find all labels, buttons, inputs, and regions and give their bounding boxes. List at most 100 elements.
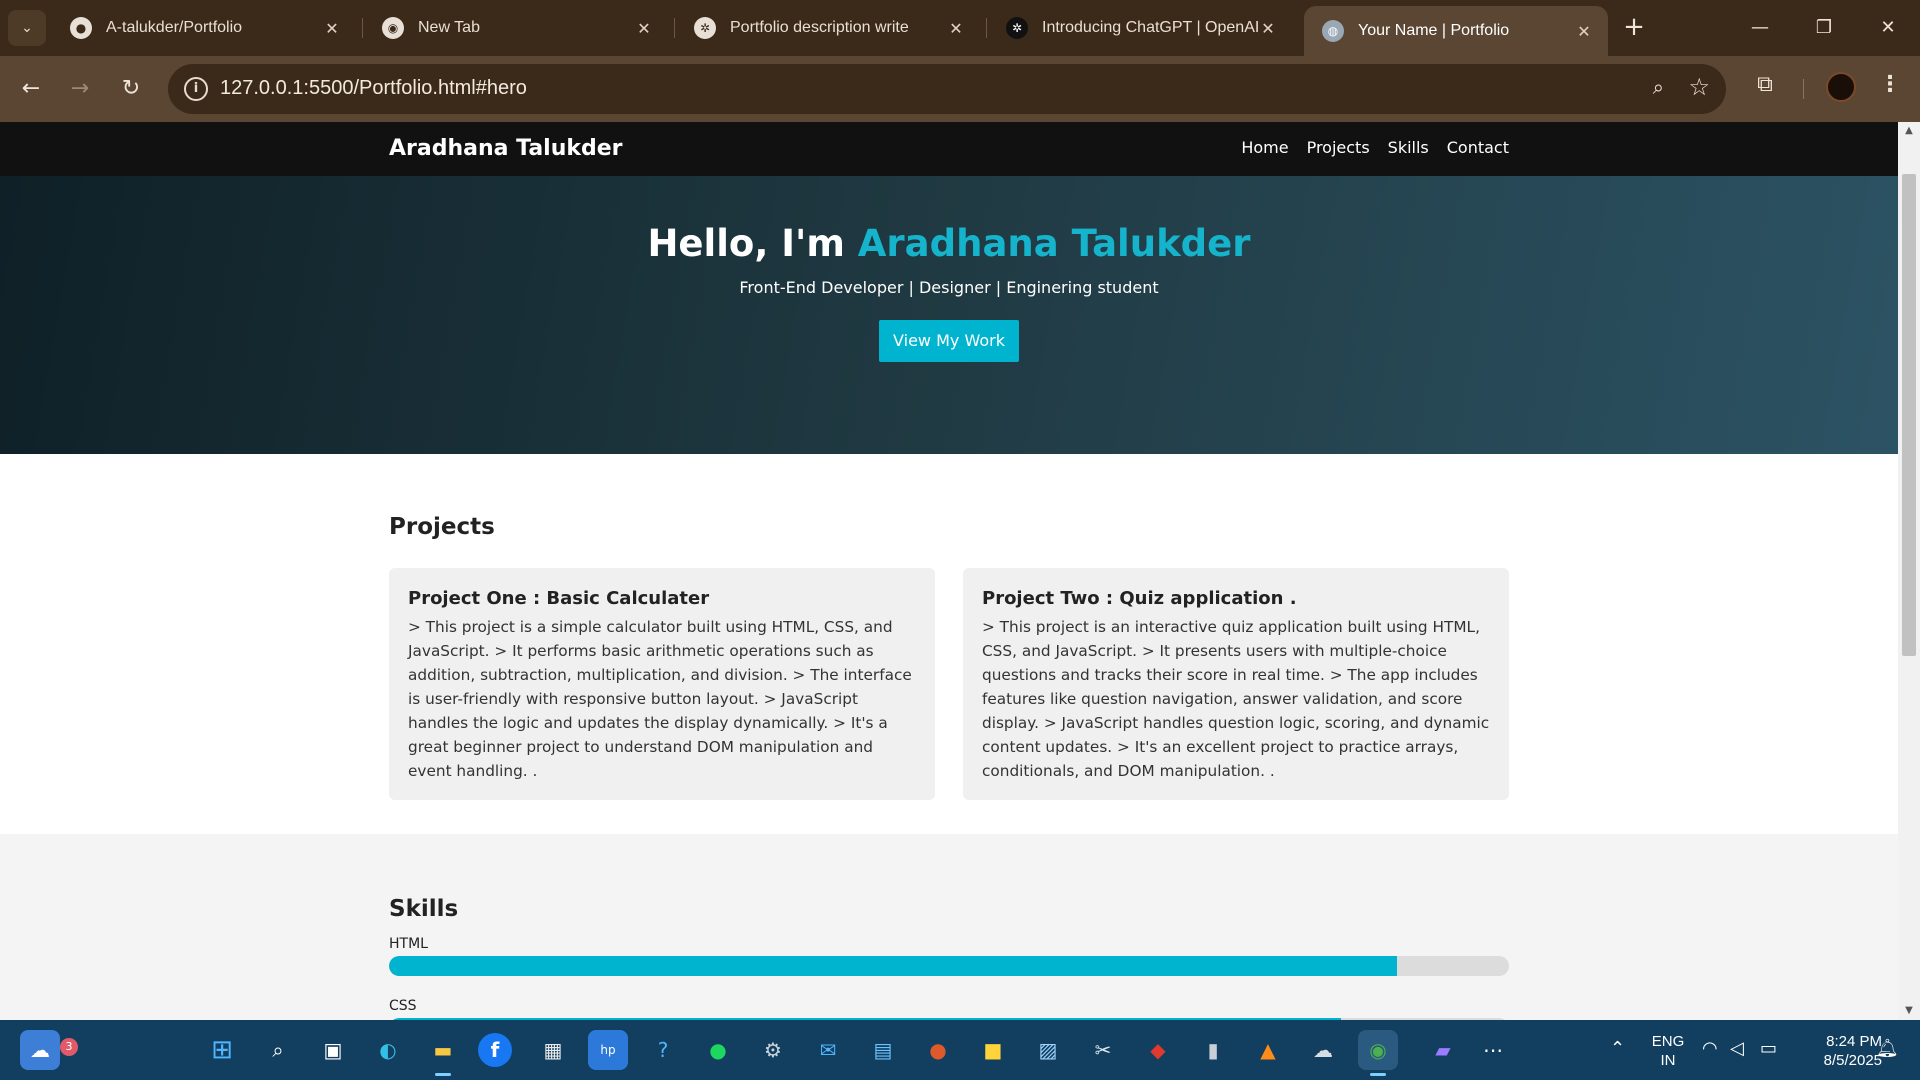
file-explorer-icon[interactable]: ▬	[423, 1030, 463, 1076]
tab-github-portfolio[interactable]: ● A-talukder/Portfolio ✕	[52, 8, 356, 48]
projects-section: Projects Project One : Basic Calculater …	[0, 454, 1898, 834]
clock-date: 8/5/2025	[1823, 1052, 1882, 1069]
project-title: Project One : Basic Calculater	[408, 588, 710, 609]
tab-title: Introducing ChatGPT | OpenAI	[1042, 19, 1258, 36]
windows-taskbar: ☁ 3 ⊞ ⌕ ▣ ◐ ▬ f ▦ hp ? ● ⚙ ✉ ▤ ● ■ ▨ ✂ ◆…	[0, 1020, 1920, 1080]
store-icon[interactable]: ▦	[533, 1030, 573, 1070]
globe-icon: ◍	[1322, 20, 1344, 42]
project-card-calculator: Project One : Basic Calculater > This pr…	[389, 568, 935, 800]
clock-time: 8:24 PM	[1826, 1033, 1882, 1050]
scroll-up-arrow-icon[interactable]: ▲	[1898, 122, 1920, 140]
close-window-button[interactable]: ✕	[1866, 10, 1910, 46]
scrollbar-thumb[interactable]	[1902, 174, 1916, 656]
skills-title: Skills	[389, 896, 459, 922]
site-info-icon[interactable]: i	[184, 77, 208, 101]
settings-icon[interactable]: ⚙	[753, 1030, 793, 1070]
tab-close-icon[interactable]: ✕	[634, 19, 654, 38]
nav-link-contact[interactable]: Contact	[1447, 138, 1509, 157]
tab-search-button[interactable]: ⌄	[8, 10, 46, 46]
language-indicator[interactable]: ENG IN	[1650, 1032, 1686, 1070]
nav-link-skills[interactable]: Skills	[1388, 138, 1429, 157]
bookmark-star-icon[interactable]: ☆	[1688, 73, 1710, 101]
project-description: > This project is an interactive quiz ap…	[982, 618, 1490, 780]
tab-new-tab[interactable]: ◉ New Tab ✕	[364, 8, 668, 48]
profile-avatar[interactable]	[1826, 72, 1856, 102]
tab-portfolio-description[interactable]: ✲ Portfolio description write ✕	[676, 8, 980, 48]
recorder-icon[interactable]: ▮	[1193, 1030, 1233, 1070]
more-apps-icon[interactable]: ⋯	[1473, 1030, 1513, 1070]
skill-html: HTML	[389, 936, 1509, 976]
address-url[interactable]: 127.0.0.1:5500/Portfolio.html#hero	[220, 77, 527, 100]
reload-button[interactable]: ↻	[113, 71, 149, 107]
tab-separator	[674, 18, 675, 38]
nav-link-projects[interactable]: Projects	[1307, 138, 1370, 157]
chrome-icon[interactable]: ◉	[1358, 1030, 1398, 1076]
github-icon: ●	[70, 17, 92, 39]
chrome-icon: ◉	[382, 17, 404, 39]
acrobat-icon[interactable]: ◆	[1138, 1030, 1178, 1070]
edge-icon[interactable]: ◐	[368, 1030, 408, 1070]
extensions-icon[interactable]: ⧉	[1750, 72, 1780, 104]
tab-close-icon[interactable]: ✕	[1574, 22, 1594, 41]
search-icon[interactable]: ⌕	[258, 1030, 298, 1070]
facebook-icon[interactable]: f	[478, 1033, 512, 1067]
clipchamp-icon[interactable]: ▰	[1423, 1030, 1463, 1070]
sticky-notes-icon[interactable]: ■	[973, 1030, 1013, 1070]
browser-menu-icon[interactable]: ⋮	[1876, 72, 1904, 104]
skill-bar-fill	[389, 956, 1397, 976]
site-logo[interactable]: Aradhana Talukder	[389, 136, 623, 161]
help-icon[interactable]: ?	[643, 1030, 683, 1070]
clock[interactable]: 8:24 PM 8/5/2025	[1792, 1032, 1882, 1070]
widgets-icon[interactable]: ☁ 3	[20, 1030, 78, 1070]
myhp-icon[interactable]: hp	[588, 1030, 628, 1070]
hero-heading: Hello, I'm Aradhana Talukder	[0, 222, 1898, 265]
skill-css: CSS	[389, 998, 1509, 1020]
openai-icon: ✲	[694, 17, 716, 39]
wifi-icon[interactable]: ◠	[1702, 1038, 1718, 1059]
snipping-tool-icon[interactable]: ✂	[1083, 1030, 1123, 1070]
new-tab-button[interactable]: +	[1618, 12, 1650, 44]
zoom-icon[interactable]: ⌕	[1653, 75, 1664, 99]
scroll-down-arrow-icon[interactable]: ▼	[1898, 1002, 1920, 1020]
task-view-icon[interactable]: ▣	[313, 1030, 353, 1070]
toolbar-separator	[1803, 79, 1804, 99]
show-hidden-icons-icon[interactable]: ⌃	[1610, 1038, 1625, 1059]
address-bar[interactable]: i 127.0.0.1:5500/Portfolio.html#hero ⌕ ☆	[168, 64, 1726, 114]
tab-introducing-chatgpt[interactable]: ✲ Introducing ChatGPT | OpenAI ✕	[988, 8, 1292, 48]
tab-your-name-portfolio[interactable]: ◍ Your Name | Portfolio ✕	[1304, 6, 1608, 56]
cloud-drive-icon[interactable]: ☁	[1303, 1030, 1343, 1070]
tab-close-icon[interactable]: ✕	[946, 19, 966, 38]
nav-links: Home Projects Skills Contact	[1241, 138, 1509, 157]
restore-button[interactable]: ❐	[1802, 10, 1846, 46]
tab-separator	[362, 18, 363, 38]
volume-icon[interactable]: ◁	[1730, 1038, 1744, 1059]
project-card-quiz: Project Two : Quiz application . > This …	[963, 568, 1509, 800]
site-navbar: Aradhana Talukder Home Projects Skills C…	[0, 122, 1898, 176]
tab-close-icon[interactable]: ✕	[1258, 19, 1278, 38]
start-icon[interactable]: ⊞	[202, 1030, 242, 1070]
projects-title: Projects	[389, 514, 495, 540]
tab-separator	[986, 18, 987, 38]
photos-icon[interactable]: ▨	[1028, 1030, 1068, 1070]
mail-icon[interactable]: ✉	[808, 1030, 848, 1070]
skill-name: HTML	[389, 936, 428, 952]
back-button[interactable]: ←	[13, 71, 49, 107]
forward-button[interactable]: →	[62, 71, 98, 107]
notification-bell-icon[interactable]: 🔔︎	[1876, 1038, 1899, 1059]
project-title: Project Two : Quiz application .	[982, 588, 1297, 609]
tab-close-icon[interactable]: ✕	[322, 19, 342, 38]
page-scrollbar[interactable]: ▲ ▼	[1898, 122, 1920, 1020]
tab-strip: ⌄ ● A-talukder/Portfolio ✕ ◉ New Tab ✕ ✲…	[0, 0, 1920, 56]
spotify-icon[interactable]: ●	[698, 1030, 738, 1070]
battery-icon[interactable]: ▭	[1760, 1038, 1777, 1059]
view-my-work-button[interactable]: View My Work	[879, 320, 1019, 362]
nav-link-home[interactable]: Home	[1241, 138, 1288, 157]
skill-bar-track	[389, 956, 1509, 976]
skills-section: Skills HTML CSS	[0, 834, 1898, 1020]
tab-title: New Tab	[418, 19, 480, 36]
powerpoint-icon[interactable]: ●	[918, 1030, 958, 1070]
vlc-icon[interactable]: ▲	[1248, 1030, 1288, 1070]
notepad-icon[interactable]: ▤	[863, 1030, 903, 1070]
hero-name: Aradhana Talukder	[857, 222, 1251, 265]
minimize-button[interactable]: —	[1738, 10, 1782, 46]
